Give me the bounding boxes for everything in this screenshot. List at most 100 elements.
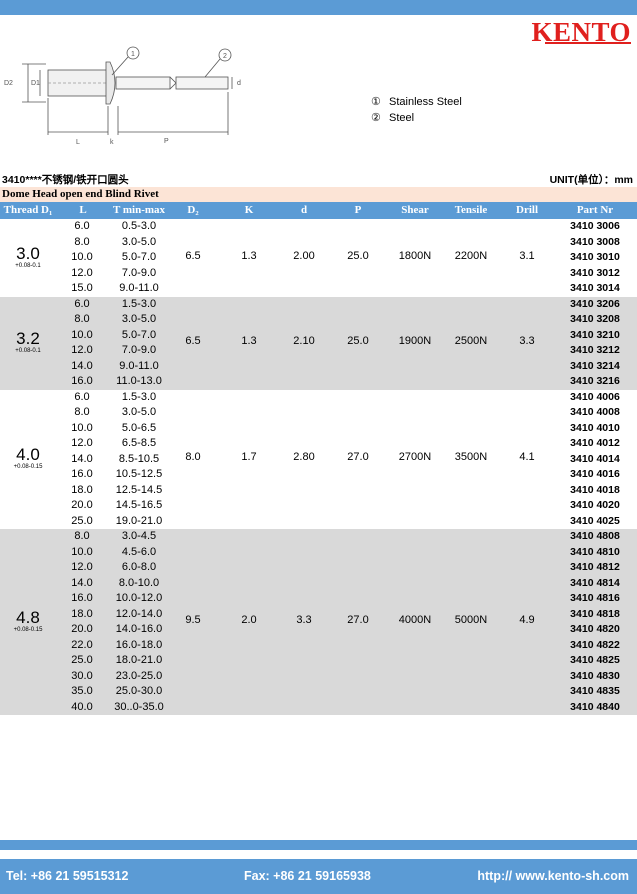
length-value: 16.0 bbox=[71, 468, 93, 480]
rivet-group: 3.2 +0.08-0.1 6.5 1.3 2.10 25.0 1900N 2500N 3.3 6… bbox=[0, 296, 637, 390]
length-value: 12.0 bbox=[71, 437, 93, 449]
part-number: 3410 4822 bbox=[570, 638, 620, 651]
grip-range-value: 0.5-3.0 bbox=[121, 220, 157, 232]
length-value: 20.0 bbox=[71, 499, 93, 511]
grip-range-value: 6.0-8.0 bbox=[121, 561, 157, 573]
grip-range-value: 7.0-9.0 bbox=[121, 266, 157, 279]
grip-range-value: 7.0-9.0 bbox=[121, 344, 157, 356]
grip-range-value: 12.0-14.0 bbox=[115, 607, 163, 620]
part-number: 3410 3206 bbox=[570, 297, 620, 310]
length-value: 30.0 bbox=[71, 669, 93, 682]
length-value: 40.0 bbox=[71, 700, 93, 713]
table-row: 25.0 19.0-21.0 3410 4025 bbox=[0, 514, 637, 530]
part-number: 3410 3010 bbox=[570, 251, 620, 263]
length-value: 10.0 bbox=[71, 545, 93, 558]
grip-range-value: 14.5-16.5 bbox=[115, 499, 163, 511]
footer-fax: Fax: +86 21 59165938 bbox=[244, 869, 371, 883]
grip-range-value: 14.0-16.0 bbox=[115, 623, 163, 635]
length-value: 10.0 bbox=[71, 251, 93, 263]
grip-range-value: 19.0-21.0 bbox=[115, 514, 163, 527]
grip-range-value: 3.0-4.5 bbox=[121, 530, 157, 542]
footer-web[interactable]: http:// www.kento-sh.com bbox=[477, 869, 629, 883]
table-row: 35.0 25.0-30.0 3410 4835 bbox=[0, 684, 637, 700]
part-number: 3410 4016 bbox=[570, 468, 620, 480]
rivet-group: 4.0 +0.08-0.15 8.0 1.7 2.80 27.0 2700N 3500N 4.1… bbox=[0, 390, 637, 530]
table-row: 10.0 5.0-7.0 3410 3010 bbox=[0, 250, 637, 266]
part-number: 3410 4840 bbox=[570, 700, 620, 713]
table-row: 22.0 16.0-18.0 3410 4822 bbox=[0, 638, 637, 654]
length-value: 18.0 bbox=[71, 483, 93, 496]
part-number: 3410 4010 bbox=[570, 421, 620, 434]
header-p: P bbox=[354, 204, 362, 216]
rivet-group: 4.8 +0.08-0.15 9.5 2.0 3.3 27.0 4000N 5000N 4.9 8… bbox=[0, 529, 637, 715]
table-row: 14.0 8.5-10.5 3410 4014 bbox=[0, 452, 637, 468]
d2-label: D2 bbox=[4, 80, 13, 87]
grip-range-value: 8.0-10.0 bbox=[118, 576, 160, 589]
part-number: 3410 4812 bbox=[570, 561, 620, 573]
length-value: 12.0 bbox=[71, 344, 93, 356]
part-number: 3410 4006 bbox=[570, 390, 620, 403]
grip-range-value: 5.0-7.0 bbox=[121, 328, 157, 341]
table-row: 14.0 8.0-10.0 3410 4814 bbox=[0, 576, 637, 592]
d1-label: D1 bbox=[31, 80, 40, 87]
length-value: 22.0 bbox=[71, 638, 93, 651]
length-value: 25.0 bbox=[71, 514, 93, 527]
legend-item: ① Stainless Steel bbox=[371, 96, 462, 108]
length-value: 20.0 bbox=[71, 623, 93, 635]
table-row: 8.0 3.0-4.5 3410 4808 bbox=[0, 529, 637, 545]
p-label: P bbox=[164, 138, 169, 145]
footer-bar-top bbox=[0, 840, 637, 850]
grip-range-value: 6.5-8.5 bbox=[121, 437, 157, 449]
length-value: 6.0 bbox=[74, 297, 90, 310]
table-row: 10.0 4.5-6.0 3410 4810 bbox=[0, 545, 637, 561]
table-row: 8.0 3.0-5.0 3410 4008 bbox=[0, 405, 637, 421]
part-number: 3410 4020 bbox=[570, 499, 620, 511]
length-value: 10.0 bbox=[71, 421, 93, 434]
header-part: Part Nr bbox=[576, 204, 614, 216]
grip-range-value: 10.5-12.5 bbox=[115, 468, 163, 480]
table-row: 16.0 10.5-12.5 3410 4016 bbox=[0, 467, 637, 483]
table-row: 15.0 9.0-11.0 3410 3014 bbox=[0, 281, 637, 297]
header-d: d bbox=[300, 204, 308, 216]
header-t: T min-max bbox=[112, 204, 166, 216]
length-value: 8.0 bbox=[74, 406, 90, 418]
l-label: L bbox=[76, 139, 80, 146]
callout-2-label: 2 bbox=[223, 53, 227, 60]
length-value: 15.0 bbox=[71, 282, 93, 294]
part-number: 3410 4018 bbox=[570, 483, 620, 496]
part-number: 3410 3008 bbox=[570, 235, 620, 248]
grip-range-value: 5.0-7.0 bbox=[121, 251, 157, 263]
table-row: 6.0 1.5-3.0 3410 4006 bbox=[0, 390, 637, 406]
footer-bar: Tel: +86 21 59515312 Fax: +86 21 5916593… bbox=[0, 859, 637, 894]
length-value: 16.0 bbox=[71, 375, 93, 387]
product-subtitle: 3410****不锈钢/铁开口圆头 bbox=[2, 174, 129, 186]
grip-range-value: 3.0-5.0 bbox=[121, 406, 157, 418]
table-header: Thread D₁ L T min-max D₂ K d P Shear Ten… bbox=[0, 202, 637, 219]
grip-range-value: 3.0-5.0 bbox=[121, 235, 157, 248]
table-row: 12.0 6.0-8.0 3410 4812 bbox=[0, 560, 637, 576]
part-number: 3410 3212 bbox=[570, 344, 620, 356]
table-row: 16.0 11.0-13.0 3410 3216 bbox=[0, 374, 637, 390]
grip-range-value: 18.0-21.0 bbox=[115, 654, 163, 666]
grip-range-value: 16.0-18.0 bbox=[115, 638, 163, 651]
length-value: 14.0 bbox=[71, 359, 93, 372]
table-row: 8.0 3.0-5.0 3410 3208 bbox=[0, 312, 637, 328]
k-label: k bbox=[110, 139, 114, 146]
part-number: 3410 4014 bbox=[570, 452, 620, 465]
table-row: 40.0 30..0-35.0 3410 4840 bbox=[0, 700, 637, 716]
part-number: 3410 3006 bbox=[570, 220, 620, 232]
grip-range-value: 25.0-30.0 bbox=[115, 685, 163, 697]
callout-1-label: 1 bbox=[131, 51, 135, 58]
footer-tel: Tel: +86 21 59515312 bbox=[6, 869, 129, 883]
header-d2: D₂ bbox=[187, 204, 199, 216]
rivet-drawing: 1 2 D2 D1 d L k P bbox=[4, 46, 241, 146]
part-number: 3410 4012 bbox=[570, 437, 620, 449]
table-row: 6.0 0.5-3.0 3410 3006 bbox=[0, 219, 637, 235]
part-number: 3410 3210 bbox=[570, 328, 620, 341]
part-number: 3410 4814 bbox=[570, 576, 620, 589]
part-number: 3410 4808 bbox=[570, 530, 620, 542]
table-row: 25.0 18.0-21.0 3410 4825 bbox=[0, 653, 637, 669]
part-number: 3410 3214 bbox=[570, 359, 620, 372]
length-value: 8.0 bbox=[74, 235, 90, 248]
grip-range-value: 10.0-12.0 bbox=[115, 592, 163, 604]
